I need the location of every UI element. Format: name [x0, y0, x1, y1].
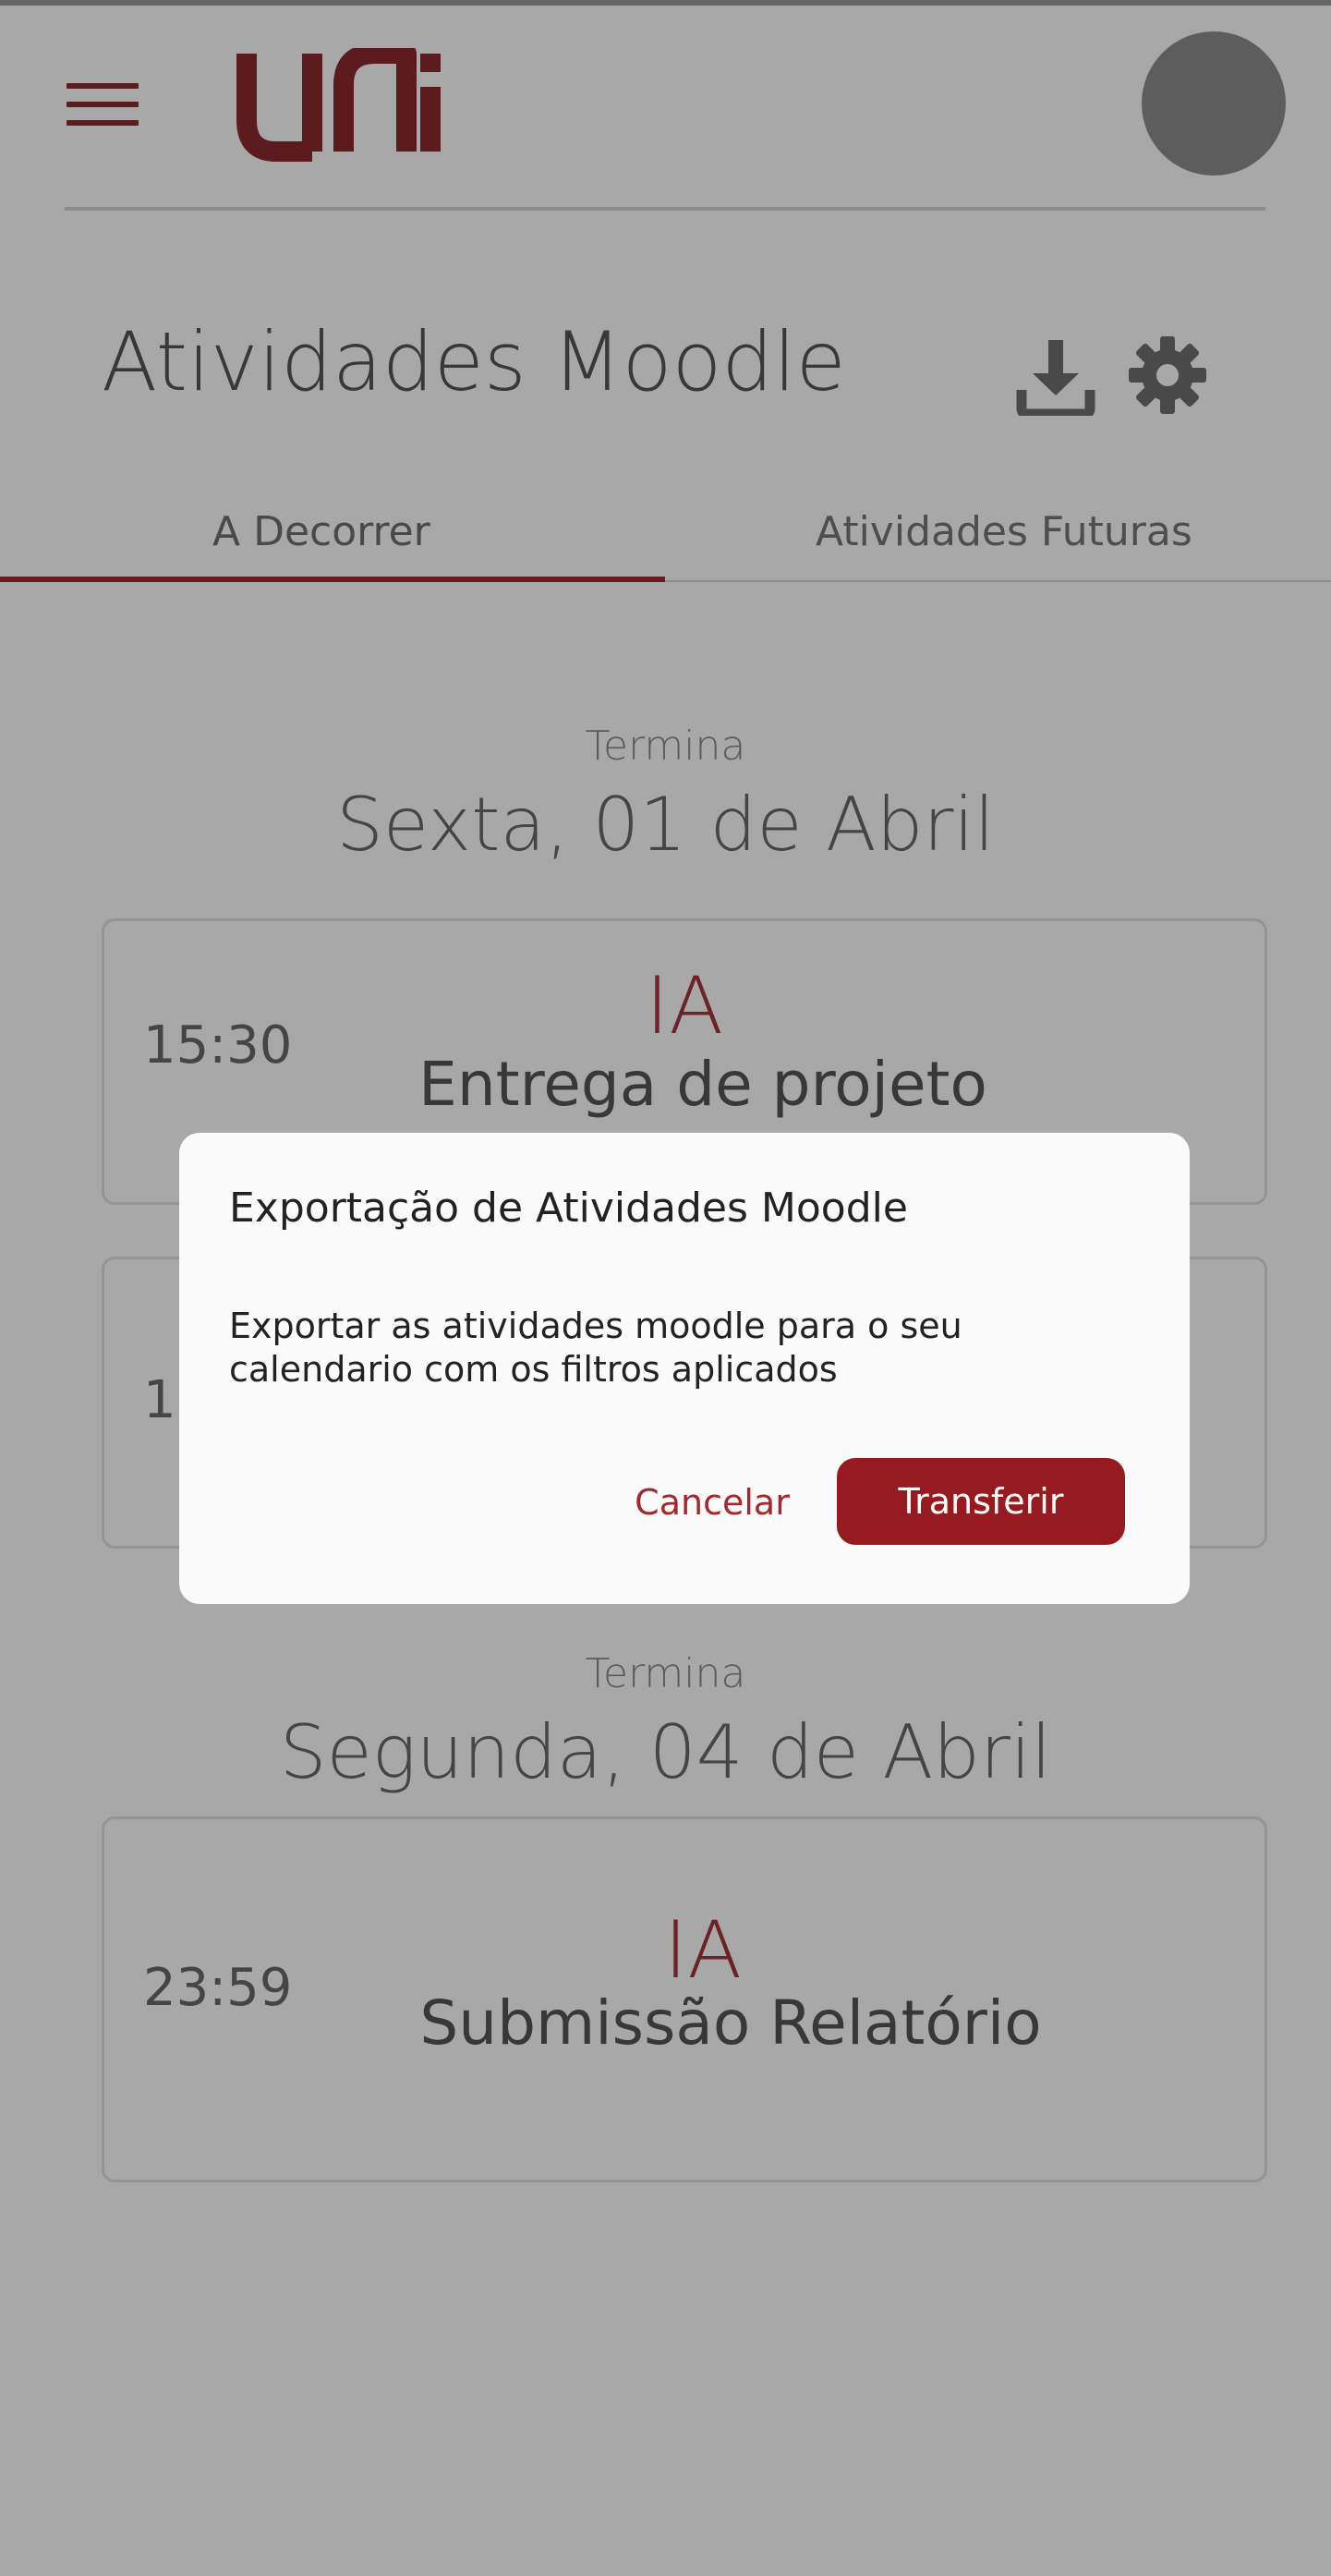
- dialog-message: Exportar as atividades moodle para o seu…: [229, 1306, 962, 1390]
- dialog-title: Exportação de Atividades Moodle: [229, 1185, 908, 1232]
- transfer-button[interactable]: Transferir: [837, 1458, 1125, 1545]
- cancel-button[interactable]: Cancelar: [593, 1463, 831, 1542]
- export-dialog: Exportação de Atividades Moodle Exportar…: [179, 1133, 1190, 1604]
